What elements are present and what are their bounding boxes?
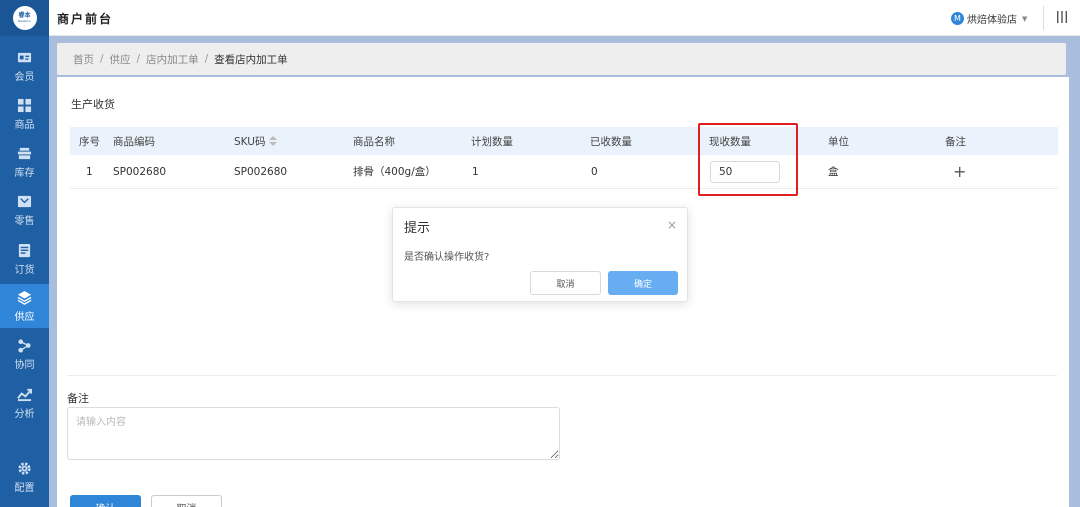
- breadcrumb: 首页 / 供应 / 店内加工单 / 查看店内加工单: [57, 43, 1066, 75]
- breadcrumb-separator: /: [100, 53, 104, 65]
- sidebar-item-label: 配置: [14, 482, 35, 494]
- col-header-code: 商品编码: [113, 135, 155, 148]
- grid-icon: [17, 98, 32, 112]
- breadcrumb-processing-orders[interactable]: 店内加工单: [146, 52, 199, 67]
- sidebar-item-label: 协同: [14, 359, 35, 371]
- app-title: 商户前台: [57, 12, 114, 26]
- logo-subtext: Realsion: [18, 19, 31, 23]
- sidebar-item-label: 商品: [14, 119, 35, 131]
- retail-icon: [17, 195, 32, 207]
- section-divider: [67, 375, 1057, 376]
- dialog-message: 是否确认操作收货?: [404, 252, 490, 263]
- sidebar-item-config[interactable]: 配置: [0, 455, 49, 499]
- col-header-name: 商品名称: [353, 135, 395, 148]
- inventory-icon: [17, 147, 32, 159]
- sidebar-item-label: 零售: [14, 215, 35, 227]
- col-header-index: 序号: [79, 135, 100, 148]
- cell-index: 1: [86, 165, 93, 178]
- remark-textarea[interactable]: [67, 407, 560, 460]
- sidebar: 睿本 Realsion 会员 商品 库存 零售 订货 供应 协同 分析 配置: [0, 0, 49, 507]
- gear-icon: [18, 461, 31, 475]
- cell-received: 0: [591, 165, 598, 178]
- sort-icon[interactable]: [269, 136, 278, 146]
- table-row: 1 SP002680 SP002680 排骨（400g/盒） 1 0 盒 +: [70, 155, 1058, 189]
- sidebar-item-label: 分析: [14, 408, 35, 420]
- sidebar-item-label: 会员: [14, 71, 35, 83]
- sidebar-item-member[interactable]: 会员: [0, 44, 49, 88]
- sidebar-item-goods[interactable]: 商品: [0, 92, 49, 136]
- share-icon: [18, 338, 31, 353]
- store-avatar: M: [951, 12, 964, 25]
- dialog-cancel-button[interactable]: 取消: [530, 271, 601, 295]
- add-remark-icon[interactable]: +: [953, 162, 966, 181]
- highlight-box: [698, 123, 798, 196]
- cancel-button[interactable]: 取消: [151, 495, 222, 507]
- logo-area: 睿本 Realsion: [0, 0, 49, 36]
- dialog-ok-button[interactable]: 确定: [608, 271, 678, 295]
- sidebar-item-supply[interactable]: 供应: [0, 284, 49, 328]
- breadcrumb-current: 查看店内加工单: [214, 53, 288, 66]
- cell-unit: 盒: [828, 166, 839, 178]
- top-divider: [1043, 6, 1044, 30]
- store-name: 烘焙体验店: [967, 15, 1017, 26]
- col-header-sku-label: SKU码: [234, 135, 266, 148]
- breadcrumb-home[interactable]: 首页: [73, 52, 94, 67]
- table-header: 序号 商品编码 SKU码 商品名称 计划数量 已收数量 现收数量 单位 备注: [70, 127, 1058, 155]
- logo: 睿本 Realsion: [12, 6, 37, 30]
- col-header-unit: 单位: [828, 135, 849, 148]
- vertical-bars-icon[interactable]: [1055, 10, 1069, 24]
- layers-icon: [17, 290, 32, 305]
- dialog-title: 提示: [404, 221, 431, 236]
- sidebar-item-order[interactable]: 订货: [0, 237, 49, 281]
- breadcrumb-supply[interactable]: 供应: [110, 52, 131, 67]
- sidebar-item-inventory[interactable]: 库存: [0, 140, 49, 184]
- cell-code: SP002680: [113, 165, 167, 178]
- col-header-planned: 计划数量: [471, 135, 513, 148]
- sidebar-item-collab[interactable]: 协同: [0, 332, 49, 376]
- cell-planned: 1: [472, 165, 479, 178]
- col-header-received: 已收数量: [590, 135, 632, 148]
- confirm-button[interactable]: 确认: [70, 495, 141, 507]
- caret-down-icon: ▼: [1022, 14, 1028, 23]
- store-switcher[interactable]: M 烘焙体验店 ▼: [951, 11, 1027, 26]
- close-icon[interactable]: ×: [667, 218, 677, 232]
- cell-remark: +: [953, 155, 966, 188]
- breadcrumb-separator: /: [136, 53, 141, 65]
- remark-label: 备注: [67, 392, 89, 405]
- order-icon: [18, 243, 31, 257]
- trend-chart-icon: [17, 388, 32, 401]
- sidebar-item-label: 库存: [14, 167, 35, 179]
- sidebar-item-retail[interactable]: 零售: [0, 188, 49, 232]
- section-title: 生产收货: [71, 98, 115, 111]
- col-header-remark: 备注: [945, 135, 966, 148]
- breadcrumb-separator: /: [204, 53, 209, 65]
- sidebar-item-label: 供应: [14, 311, 35, 323]
- sidebar-item-label: 订货: [14, 264, 35, 276]
- col-header-sku[interactable]: SKU码: [234, 127, 278, 155]
- member-card-icon: [17, 52, 32, 62]
- cell-name: 排骨（400g/盒）: [353, 166, 436, 178]
- cell-sku: SP002680: [234, 165, 288, 178]
- sidebar-item-analysis[interactable]: 分析: [0, 381, 49, 425]
- top-bar: 商户前台 M 烘焙体验店 ▼: [49, 0, 1080, 36]
- confirm-dialog: 提示 × 是否确认操作收货? 取消 确定: [392, 207, 688, 302]
